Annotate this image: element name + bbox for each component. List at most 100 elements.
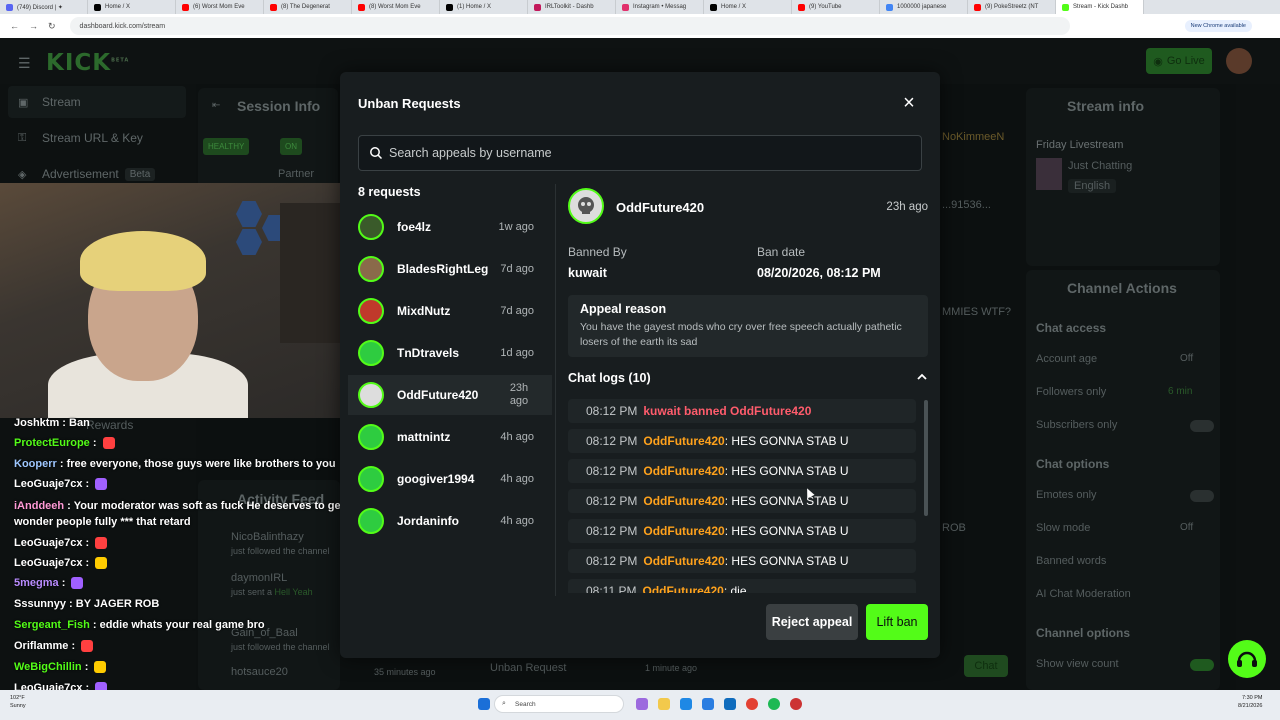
browser-tab[interactable]: Instagram • Messag [616, 0, 704, 14]
collapse-icon[interactable]: ⇤ [212, 100, 220, 111]
account-age-value[interactable]: Off [1180, 353, 1193, 364]
search-field[interactable] [358, 135, 922, 171]
request-username: mattnintz [397, 430, 451, 444]
slow-mode-label: Slow mode [1036, 522, 1091, 534]
request-item[interactable]: TnDtravels 1d ago [348, 333, 552, 373]
close-icon[interactable]: × [899, 93, 919, 114]
tab-label: Home / X [721, 4, 747, 10]
streamer-hair [80, 231, 206, 291]
chat-logs-scrollbar[interactable] [924, 400, 928, 516]
request-item[interactable]: BladesRightLeg 7d ago [348, 249, 552, 289]
obs-icon[interactable] [790, 698, 802, 710]
chat-username[interactable]: LeoGuaje7cx [14, 537, 82, 549]
support-chat-button[interactable] [1228, 640, 1266, 678]
windows-start-icon[interactable] [478, 698, 490, 710]
request-avatar [358, 214, 384, 240]
edge-icon[interactable] [680, 698, 692, 710]
request-item[interactable]: MixdNutz 7d ago [348, 291, 552, 331]
chat-username[interactable]: Sergeant_Fish [14, 619, 90, 631]
chat-username[interactable]: Joshktm [14, 417, 59, 429]
chat-username[interactable]: Sssunnyy [14, 598, 66, 610]
reload-icon[interactable]: ↻ [48, 21, 56, 32]
menu-icon[interactable]: ☰ [18, 55, 31, 72]
taskview-icon[interactable] [636, 698, 648, 710]
url-field[interactable]: dashboard.kick.com/stream [69, 17, 1070, 35]
taskbar-clock[interactable]: 7:30 PM 8/21/2026 [1238, 694, 1262, 710]
search-input[interactable] [389, 146, 909, 160]
weather-widget[interactable]: 102°F Sunny [10, 694, 26, 710]
chat-logs-label[interactable]: Chat logs (10) [568, 371, 651, 385]
browser-tab[interactable]: (1) Home / X [440, 0, 528, 14]
followers-only-value[interactable]: 6 min [1168, 386, 1192, 397]
stream-language: English [1068, 179, 1117, 193]
browser-tab[interactable]: 1000000 japanese [880, 0, 968, 14]
chat-username[interactable]: iAnddeeh [14, 500, 64, 512]
request-item[interactable]: foe4lz 1w ago [348, 207, 552, 247]
log-time: 08:12 PM [586, 434, 638, 448]
browser-tab[interactable]: Home / X [704, 0, 792, 14]
browser-tab[interactable]: (8) Worst Mom Eve [352, 0, 440, 14]
browser-tab[interactable]: Stream - Kick Dashb [1056, 0, 1144, 14]
request-item[interactable]: mattnintz 4h ago [348, 417, 552, 457]
request-item[interactable]: googiver1994 4h ago [348, 459, 552, 499]
browser-tab[interactable]: (9) PokeStreetz (NT [968, 0, 1056, 14]
log-message: : HES GONNA STAB U [724, 554, 849, 568]
sidebar-item-stream-url[interactable]: ⚿ Stream URL & Key [8, 122, 186, 154]
chat-username[interactable]: 5megma [14, 577, 59, 589]
browser-tab[interactable]: (6) Worst Mom Eve [176, 0, 264, 14]
update-chrome-badge[interactable]: New Chrome available [1184, 20, 1252, 32]
webcam-overlay [0, 183, 340, 418]
column-divider [555, 184, 556, 596]
show-view-count-label: Show view count [1036, 658, 1119, 670]
back-icon[interactable]: ← [10, 21, 19, 31]
megaphone-icon: ◈ [18, 168, 27, 181]
lift-ban-button[interactable]: Lift ban [866, 604, 928, 640]
ai-moderation-label[interactable]: AI Chat Moderation [1036, 588, 1131, 600]
request-item[interactable]: Jordaninfo 4h ago [348, 501, 552, 541]
chevron-up-icon[interactable] [915, 370, 929, 384]
category-thumbnail [1036, 158, 1062, 190]
chat-username[interactable]: ProtectEurope [14, 437, 90, 449]
show-view-count-toggle[interactable] [1190, 659, 1214, 671]
user-avatar[interactable] [1226, 48, 1252, 74]
chat-username[interactable]: Oriflamme [14, 640, 68, 652]
browser-tab[interactable]: IRLToolkit - Dashb [528, 0, 616, 14]
unban-request-feed-item[interactable]: Unban Request [490, 662, 566, 674]
stream-icon: ▣ [18, 96, 29, 109]
browser-tab[interactable]: (8) The Degenerat [264, 0, 352, 14]
banned-words-label[interactable]: Banned words [1036, 555, 1106, 567]
chat-username[interactable]: LeoGuaje7cx [14, 478, 82, 490]
kick-logo[interactable]: KICKBETA [46, 50, 129, 76]
log-username: OddFuture420 [643, 554, 725, 568]
sidebar-item-label: Stream URL & Key [42, 131, 143, 145]
chat-log-entry: 08:12 PM OddFuture420: HES GONNA STAB U [568, 519, 916, 543]
taskbar-search[interactable]: ⌕ Search [494, 695, 624, 713]
ban-date-label: Ban date [757, 245, 806, 259]
chrome-icon[interactable] [746, 698, 758, 710]
stream-category: Just Chatting [1068, 160, 1133, 172]
chat-message: Oriflamme : [14, 640, 94, 653]
mail-icon[interactable] [724, 698, 736, 710]
request-item[interactable]: OddFuture420 23h ago [348, 375, 552, 415]
emotes-only-toggle[interactable] [1190, 490, 1214, 502]
chat-log-entry: 08:12 PM OddFuture420: HES GONNA STAB U [568, 489, 916, 513]
spotify-icon[interactable] [768, 698, 780, 710]
store-icon[interactable] [702, 698, 714, 710]
sidebar-item-stream[interactable]: ▣ Stream [8, 86, 186, 118]
chat-username[interactable]: Kooperr [14, 458, 57, 470]
slow-mode-value[interactable]: Off [1180, 522, 1193, 533]
file-explorer-icon[interactable] [658, 698, 670, 710]
forward-icon[interactable]: → [29, 21, 38, 31]
browser-tab[interactable]: (749) Discord | ✦ [0, 0, 88, 14]
go-live-button[interactable]: ◉ Go Live [1146, 48, 1212, 74]
reject-appeal-button[interactable]: Reject appeal [766, 604, 858, 640]
stream-title: Friday Livestream [1036, 139, 1124, 151]
chat-username[interactable]: LeoGuaje7cx [14, 557, 82, 569]
browser-tab[interactable]: (9) YouTube [792, 0, 880, 14]
chat-text: free everyone, those guys were like brot… [66, 458, 336, 470]
chat-username[interactable]: WeBigChillin [14, 661, 82, 673]
chat-send-button[interactable]: Chat [964, 655, 1008, 677]
subscribers-only-toggle[interactable] [1190, 420, 1214, 432]
browser-tab[interactable]: Home / X [88, 0, 176, 14]
shelf [280, 203, 340, 343]
